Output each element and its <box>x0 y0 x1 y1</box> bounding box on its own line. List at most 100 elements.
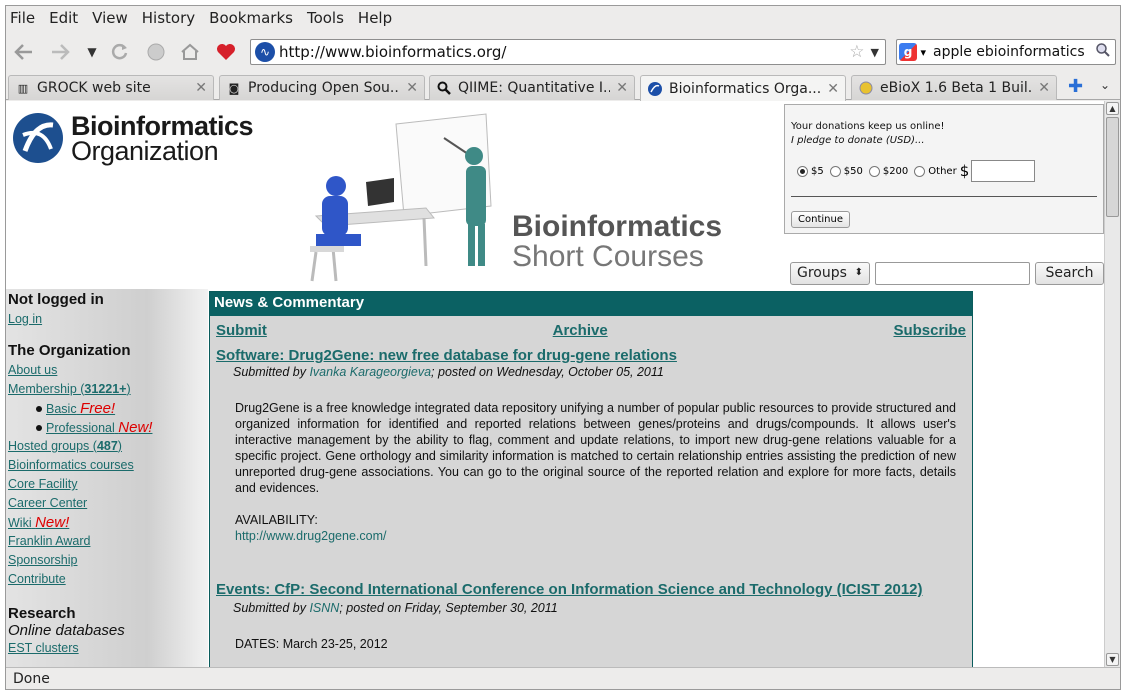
history-dropdown-icon[interactable]: ▼ <box>78 38 106 66</box>
radio-5-label: $5 <box>811 165 824 177</box>
tab-ebiox[interactable]: eBioX 1.6 Beta 1 Buil... ✕ <box>851 75 1057 100</box>
courses-link[interactable]: Bioinformatics courses <box>6 456 208 475</box>
online-databases-label: Online databases <box>8 622 125 639</box>
hosted-label: Hosted groups ( <box>8 439 97 453</box>
bookmark-star-icon[interactable]: ☆ <box>849 42 864 62</box>
new-tab-icon[interactable]: ✚ <box>1068 76 1083 97</box>
core-facility-link[interactable]: Core Facility <box>6 475 208 494</box>
career-center-link[interactable]: Career Center <box>6 494 208 513</box>
tab-grock[interactable]: ▥ GROCK web site ✕ <box>8 75 214 100</box>
news-item-title[interactable]: Events: CfP: Second International Confer… <box>210 580 972 599</box>
close-tab-icon[interactable]: ✕ <box>1038 80 1050 96</box>
banner-title: Bioinformatics <box>512 210 723 243</box>
tab-bioinformatics-active[interactable]: Bioinformatics Orga... ✕ <box>640 75 846 101</box>
basic-link[interactable]: Basic Free! <box>6 399 208 418</box>
site-search-button[interactable]: Search <box>1035 262 1104 285</box>
menu-file[interactable]: File <box>10 9 35 27</box>
close-tab-icon[interactable]: ✕ <box>827 81 839 97</box>
groups-select[interactable]: Groups ⬍ <box>790 262 870 285</box>
menu-help[interactable]: Help <box>358 9 392 27</box>
scroll-down-icon[interactable]: ▼ <box>1106 653 1119 666</box>
reload-icon[interactable] <box>106 38 134 66</box>
news-item-title[interactable]: Software: Drug2Gene: new free database f… <box>210 346 972 365</box>
heart-bookmark-icon[interactable] <box>212 38 240 66</box>
banner-subtitle: Short Courses <box>512 240 704 273</box>
groups-select-value: Groups <box>797 265 847 281</box>
radio-5[interactable] <box>797 165 808 177</box>
tab-qiime[interactable]: QIIME: Quantitative I... ✕ <box>429 75 635 100</box>
menu-view[interactable]: View <box>92 9 128 27</box>
news-item-byline: Submitted by Ivanka Karageorgieva; poste… <box>210 365 972 379</box>
search-bar-text[interactable]: apple ebioinformatics <box>933 44 1095 60</box>
login-link[interactable]: Log in <box>6 310 208 329</box>
est-clusters-link[interactable]: EST clusters <box>6 639 208 658</box>
membership-label: Membership ( <box>8 382 85 396</box>
grock-icon: ▥ <box>17 81 29 95</box>
select-arrows-icon: ⬍ <box>854 267 863 278</box>
franklin-award-link[interactable]: Franklin Award <box>6 532 208 551</box>
magnifier-icon[interactable] <box>1095 42 1111 62</box>
dna-logo-icon <box>13 113 63 163</box>
logo-line2: Organization <box>71 136 219 166</box>
sidebar-heading-research: Research <box>8 605 76 622</box>
availability-link-row: http://www.drug2gene.com/ <box>210 528 972 544</box>
short-courses-banner[interactable]: Bioinformatics Short Courses <box>286 106 756 286</box>
search-bar[interactable]: g ▾ apple ebioinformatics <box>896 39 1116 65</box>
url-bar[interactable]: ∿ http://www.bioinformatics.org/ ☆ ▼ <box>250 39 886 65</box>
tab-list-icon[interactable]: ⌄ <box>1100 78 1110 92</box>
continue-button[interactable]: Continue <box>791 211 850 228</box>
wiki-link[interactable]: Wiki New! <box>6 513 208 532</box>
close-tab-icon[interactable]: ✕ <box>616 80 628 96</box>
radio-50[interactable] <box>829 165 841 177</box>
subscribe-link[interactable]: Subscribe <box>893 322 966 339</box>
currency-symbol: $ <box>959 162 970 180</box>
site-identity-icon[interactable]: ∿ <box>255 42 275 62</box>
menu-bookmarks[interactable]: Bookmarks <box>209 9 293 27</box>
menu-edit[interactable]: Edit <box>49 9 78 27</box>
contribute-link[interactable]: Contribute <box>6 570 208 589</box>
donation-options: $5 $50 $200 Other $ <box>791 160 1097 182</box>
menu-tools[interactable]: Tools <box>307 9 344 27</box>
tab-title: eBioX 1.6 Beta 1 Buil... <box>880 80 1033 96</box>
sponsorship-link[interactable]: Sponsorship <box>6 551 208 570</box>
news-header: News & Commentary <box>210 292 972 316</box>
new-badge: New! <box>35 514 70 531</box>
drug2gene-link[interactable]: http://www.drug2gene.com/ <box>235 529 386 543</box>
author-link[interactable]: ISNN <box>309 601 339 615</box>
url-dropdown-icon[interactable]: ▼ <box>871 46 879 59</box>
tab-producing-open-source[interactable]: ◙ Producing Open Sou... ✕ <box>219 75 425 100</box>
url-text[interactable]: http://www.bioinformatics.org/ <box>279 43 849 61</box>
byline-prefix: Submitted by <box>233 601 310 615</box>
back-icon[interactable] <box>10 38 38 66</box>
search-engine-icon[interactable]: g ▾ <box>899 41 933 63</box>
hosted-groups-link[interactable]: Hosted groups (487) <box>6 437 208 456</box>
radio-other[interactable] <box>914 165 926 177</box>
left-sidebar: Not logged in Log in The Organization Ab… <box>6 289 208 667</box>
membership-link[interactable]: Membership (31221+) <box>6 380 208 399</box>
home-icon[interactable] <box>176 38 204 66</box>
archive-link[interactable]: Archive <box>553 322 608 339</box>
close-tab-icon[interactable]: ✕ <box>195 80 207 96</box>
site-search-input[interactable] <box>875 262 1030 285</box>
about-link[interactable]: About us <box>6 361 208 380</box>
donation-divider <box>791 196 1097 197</box>
author-link[interactable]: Ivanka Karageorgieva <box>309 365 431 379</box>
submit-link[interactable]: Submit <box>216 322 267 339</box>
stop-icon[interactable] <box>142 38 170 66</box>
browser-window: File Edit View History Bookmarks Tools H… <box>5 5 1121 690</box>
basic-label: Basic <box>46 402 77 416</box>
donation-amount-input[interactable] <box>971 160 1036 182</box>
site-logo[interactable]: Bioinformatics Organization <box>13 111 258 166</box>
availability-label: AVAILABILITY: <box>235 513 318 527</box>
radio-200[interactable] <box>868 165 880 177</box>
donation-pledge: I pledge to donate (USD)... <box>791 135 925 146</box>
magnifier-icon <box>436 81 452 95</box>
professional-link[interactable]: Professional New! <box>6 418 208 437</box>
tab-title: Producing Open Sou... <box>248 80 401 96</box>
vertical-scrollbar[interactable]: ▲ ▼ <box>1104 101 1120 667</box>
scrollbar-thumb[interactable] <box>1106 117 1119 217</box>
close-tab-icon[interactable]: ✕ <box>406 80 418 96</box>
menu-history[interactable]: History <box>142 9 195 27</box>
scroll-up-icon[interactable]: ▲ <box>1106 102 1119 115</box>
forward-icon[interactable] <box>46 38 74 66</box>
